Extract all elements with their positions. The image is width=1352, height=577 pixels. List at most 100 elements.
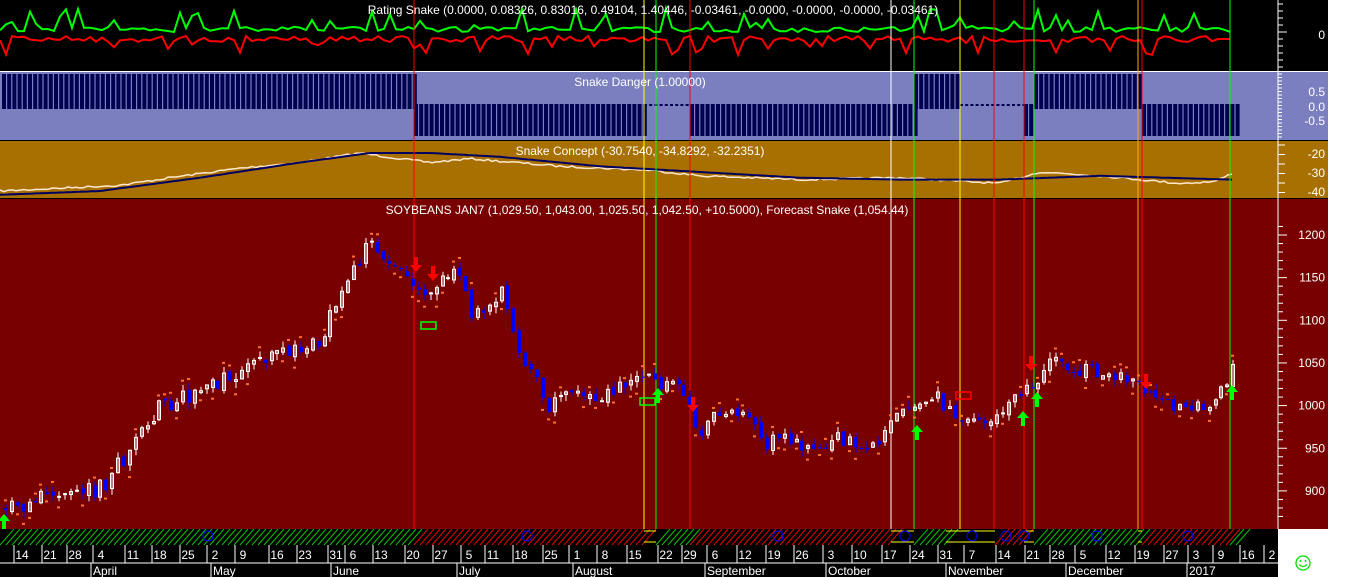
danger-bar bbox=[950, 74, 955, 109]
danger-bar bbox=[116, 74, 121, 109]
danger-bar bbox=[533, 104, 538, 136]
date-label: 25 bbox=[544, 548, 558, 562]
forecast-marker bbox=[246, 383, 249, 386]
candle-up bbox=[930, 399, 934, 402]
date-label: 3 bbox=[1193, 548, 1200, 562]
danger-bar bbox=[637, 104, 642, 136]
candle-down bbox=[1190, 405, 1194, 411]
danger-bar bbox=[1024, 104, 1028, 136]
forecast-marker bbox=[1019, 385, 1022, 388]
forecast-marker bbox=[1101, 384, 1104, 387]
candle-down bbox=[753, 417, 757, 425]
date-label: 27 bbox=[1165, 548, 1179, 562]
danger-bar bbox=[830, 104, 835, 136]
danger-bar bbox=[288, 74, 292, 109]
candle-down bbox=[16, 502, 20, 506]
danger-bar bbox=[1214, 104, 1219, 136]
danger-bar bbox=[1220, 104, 1224, 136]
danger-bar bbox=[721, 104, 726, 136]
danger-bar bbox=[788, 104, 793, 136]
candle-down bbox=[594, 393, 598, 402]
danger-bar bbox=[716, 104, 720, 136]
danger-bar bbox=[251, 74, 256, 109]
danger-bar bbox=[1199, 104, 1204, 136]
date-label: 9 bbox=[1218, 548, 1225, 562]
danger-bar bbox=[95, 74, 100, 109]
price-tick-label: 1100 bbox=[1299, 313, 1325, 327]
candle-up bbox=[446, 277, 450, 280]
forecast-marker bbox=[39, 483, 42, 486]
danger-bar bbox=[794, 104, 798, 136]
forecast-marker bbox=[741, 404, 744, 407]
danger-bar bbox=[303, 74, 308, 109]
forecast-marker bbox=[57, 506, 60, 509]
forecast-marker bbox=[458, 256, 461, 259]
date-label: 5 bbox=[1080, 548, 1087, 562]
date-label: 31 bbox=[329, 548, 343, 562]
forecast-marker bbox=[777, 447, 780, 450]
forecast-marker bbox=[104, 497, 107, 500]
forecast-marker bbox=[907, 395, 910, 398]
forecast-marker bbox=[411, 295, 414, 298]
danger-bar bbox=[64, 74, 69, 109]
danger-bar bbox=[1080, 74, 1085, 109]
danger-bar bbox=[1230, 104, 1235, 136]
danger-bar bbox=[1173, 104, 1178, 136]
forecast-marker bbox=[293, 366, 296, 369]
danger-bar bbox=[476, 104, 481, 136]
danger-dot bbox=[1017, 104, 1021, 106]
danger-bar bbox=[466, 104, 470, 136]
danger-bar bbox=[2, 74, 6, 109]
danger-bar bbox=[528, 104, 533, 136]
date-label: 2 bbox=[212, 548, 219, 562]
candle-down bbox=[1031, 387, 1035, 389]
candle-down bbox=[942, 393, 946, 411]
candle-down bbox=[842, 431, 846, 446]
danger-bar bbox=[507, 104, 512, 136]
danger-bar bbox=[736, 104, 741, 136]
danger-bar bbox=[371, 74, 376, 109]
danger-bar bbox=[622, 104, 626, 136]
candle-down bbox=[358, 263, 362, 266]
candle-down bbox=[464, 276, 468, 292]
date-label: 22 bbox=[659, 548, 673, 562]
forecast-marker bbox=[553, 421, 556, 424]
forecast-marker bbox=[1054, 347, 1057, 350]
danger-bar bbox=[345, 74, 350, 109]
candle-down bbox=[1066, 363, 1070, 371]
danger-bar bbox=[163, 74, 168, 109]
candle-down bbox=[287, 345, 291, 356]
candle-down bbox=[1202, 404, 1206, 410]
forecast-marker bbox=[494, 292, 497, 295]
forecast-marker bbox=[81, 504, 84, 507]
danger-bar bbox=[256, 74, 261, 109]
danger-bar bbox=[585, 104, 590, 136]
candle-down bbox=[399, 268, 403, 270]
candle-down bbox=[405, 271, 409, 277]
candle-up bbox=[1001, 412, 1005, 415]
danger-bar bbox=[59, 74, 64, 109]
month-label: October bbox=[828, 564, 871, 577]
candle-down bbox=[700, 429, 704, 436]
forecast-marker bbox=[181, 379, 184, 382]
danger-bar bbox=[809, 104, 814, 136]
forecast-marker bbox=[1072, 361, 1075, 364]
danger-bar bbox=[882, 104, 887, 136]
forecast-marker bbox=[417, 300, 420, 303]
forecast-marker bbox=[671, 390, 674, 393]
danger-bar bbox=[1070, 74, 1075, 109]
danger-bar bbox=[424, 104, 429, 136]
danger-dot bbox=[659, 104, 663, 106]
forecast-marker bbox=[222, 361, 225, 364]
danger-dot bbox=[1006, 104, 1010, 106]
month-label: December bbox=[1068, 564, 1123, 577]
candle-down bbox=[299, 346, 303, 352]
candle-down bbox=[547, 397, 551, 412]
danger-bar bbox=[919, 74, 924, 109]
danger-bar bbox=[502, 104, 507, 136]
danger-bar bbox=[1039, 74, 1044, 109]
danger-bar bbox=[412, 74, 417, 109]
candle-down bbox=[1078, 370, 1082, 376]
main-price-panel bbox=[0, 199, 1328, 529]
danger-bar bbox=[778, 104, 783, 136]
